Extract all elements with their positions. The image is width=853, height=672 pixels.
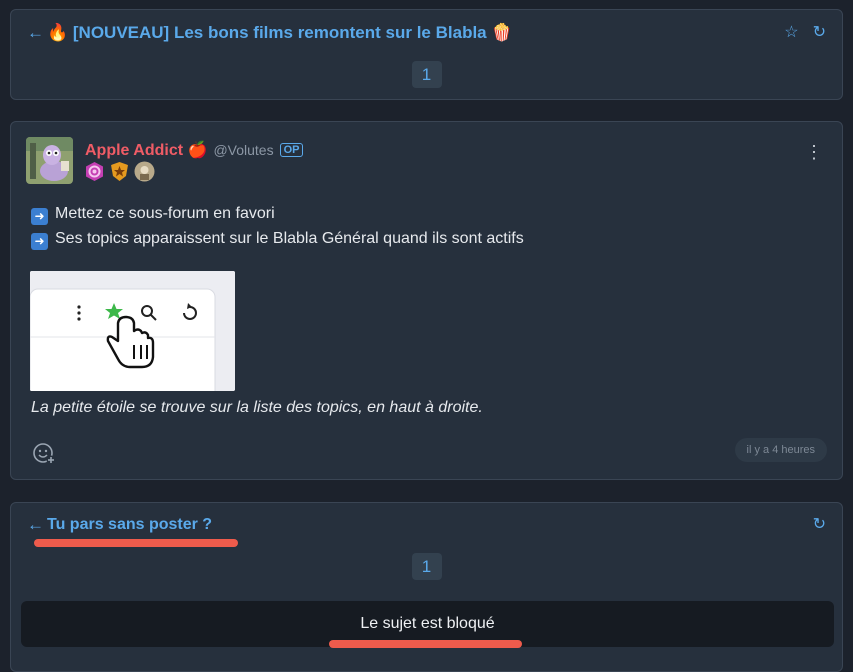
related-topic-actions: ↻ xyxy=(813,517,826,533)
related-topic-card: ← Tu pars sans poster ? ↻ 1 Le sujet est… xyxy=(10,502,843,672)
arrow-left-icon[interactable]: ← xyxy=(27,515,47,535)
post-image[interactable] xyxy=(30,271,235,391)
page-button[interactable]: 1 xyxy=(411,61,442,88)
portrait-badge-icon[interactable] xyxy=(134,161,155,182)
post-line: ➜ Ses topics apparaissent sur le Blabla G… xyxy=(31,227,524,252)
right-arrow-icon: ➜ xyxy=(31,208,48,225)
post-caption: La petite étoile se trouve sur la liste … xyxy=(31,399,483,416)
star-shield-badge-icon[interactable] xyxy=(109,161,130,182)
locked-highlight-underline xyxy=(329,640,522,648)
post-content: ➜ Mettez ce sous-forum en favori ➜ Ses top… xyxy=(31,202,524,251)
title-highlight-underline xyxy=(34,539,238,547)
spiral-badge-icon[interactable] xyxy=(84,161,105,182)
refresh-icon[interactable]: ↻ xyxy=(813,25,826,41)
op-badge: OP xyxy=(279,143,304,157)
author-name[interactable]: Apple Addict 🍎 xyxy=(85,140,207,160)
topic-actions: ☆ ↻ xyxy=(784,25,826,41)
author-badges xyxy=(84,161,155,182)
locked-topic-text: Le sujet est bloqué xyxy=(360,615,495,632)
author-handle[interactable]: @Volutes xyxy=(213,142,273,158)
topic-header-card: ← 🔥 [NOUVEAU] Les bons films remontent s… xyxy=(10,9,843,100)
avatar[interactable] xyxy=(26,137,73,184)
related-topic-header: ← Tu pars sans poster ? ↻ xyxy=(27,514,826,536)
add-reaction-icon[interactable] xyxy=(32,441,56,465)
related-topic-title[interactable]: Tu pars sans poster ? xyxy=(47,516,212,534)
post-card: Apple Addict 🍎 @Volutes OP ⋮ ➜ Mettez ce … xyxy=(10,121,843,480)
refresh-icon[interactable]: ↻ xyxy=(813,517,826,533)
post-line-text: Ses topics apparaissent sur le Blabla Gé… xyxy=(55,229,524,247)
author-line: Apple Addict 🍎 @Volutes OP xyxy=(85,140,304,160)
more-options-icon[interactable]: ⋮ xyxy=(805,142,823,163)
post-line: ➜ Mettez ce sous-forum en favori xyxy=(31,202,524,227)
arrow-left-icon[interactable]: ← xyxy=(27,23,47,43)
post-line-text: Mettez ce sous-forum en favori xyxy=(55,205,275,222)
star-outline-icon[interactable]: ☆ xyxy=(784,25,798,41)
page-button[interactable]: 1 xyxy=(411,553,442,580)
right-arrow-icon: ➜ xyxy=(31,232,48,250)
topic-header: ← 🔥 [NOUVEAU] Les bons films remontent s… xyxy=(27,22,826,44)
post-timestamp: il y a 4 heures xyxy=(734,438,827,462)
topic-title[interactable]: 🔥 [NOUVEAU] Les bons films remontent sur… xyxy=(47,23,513,43)
